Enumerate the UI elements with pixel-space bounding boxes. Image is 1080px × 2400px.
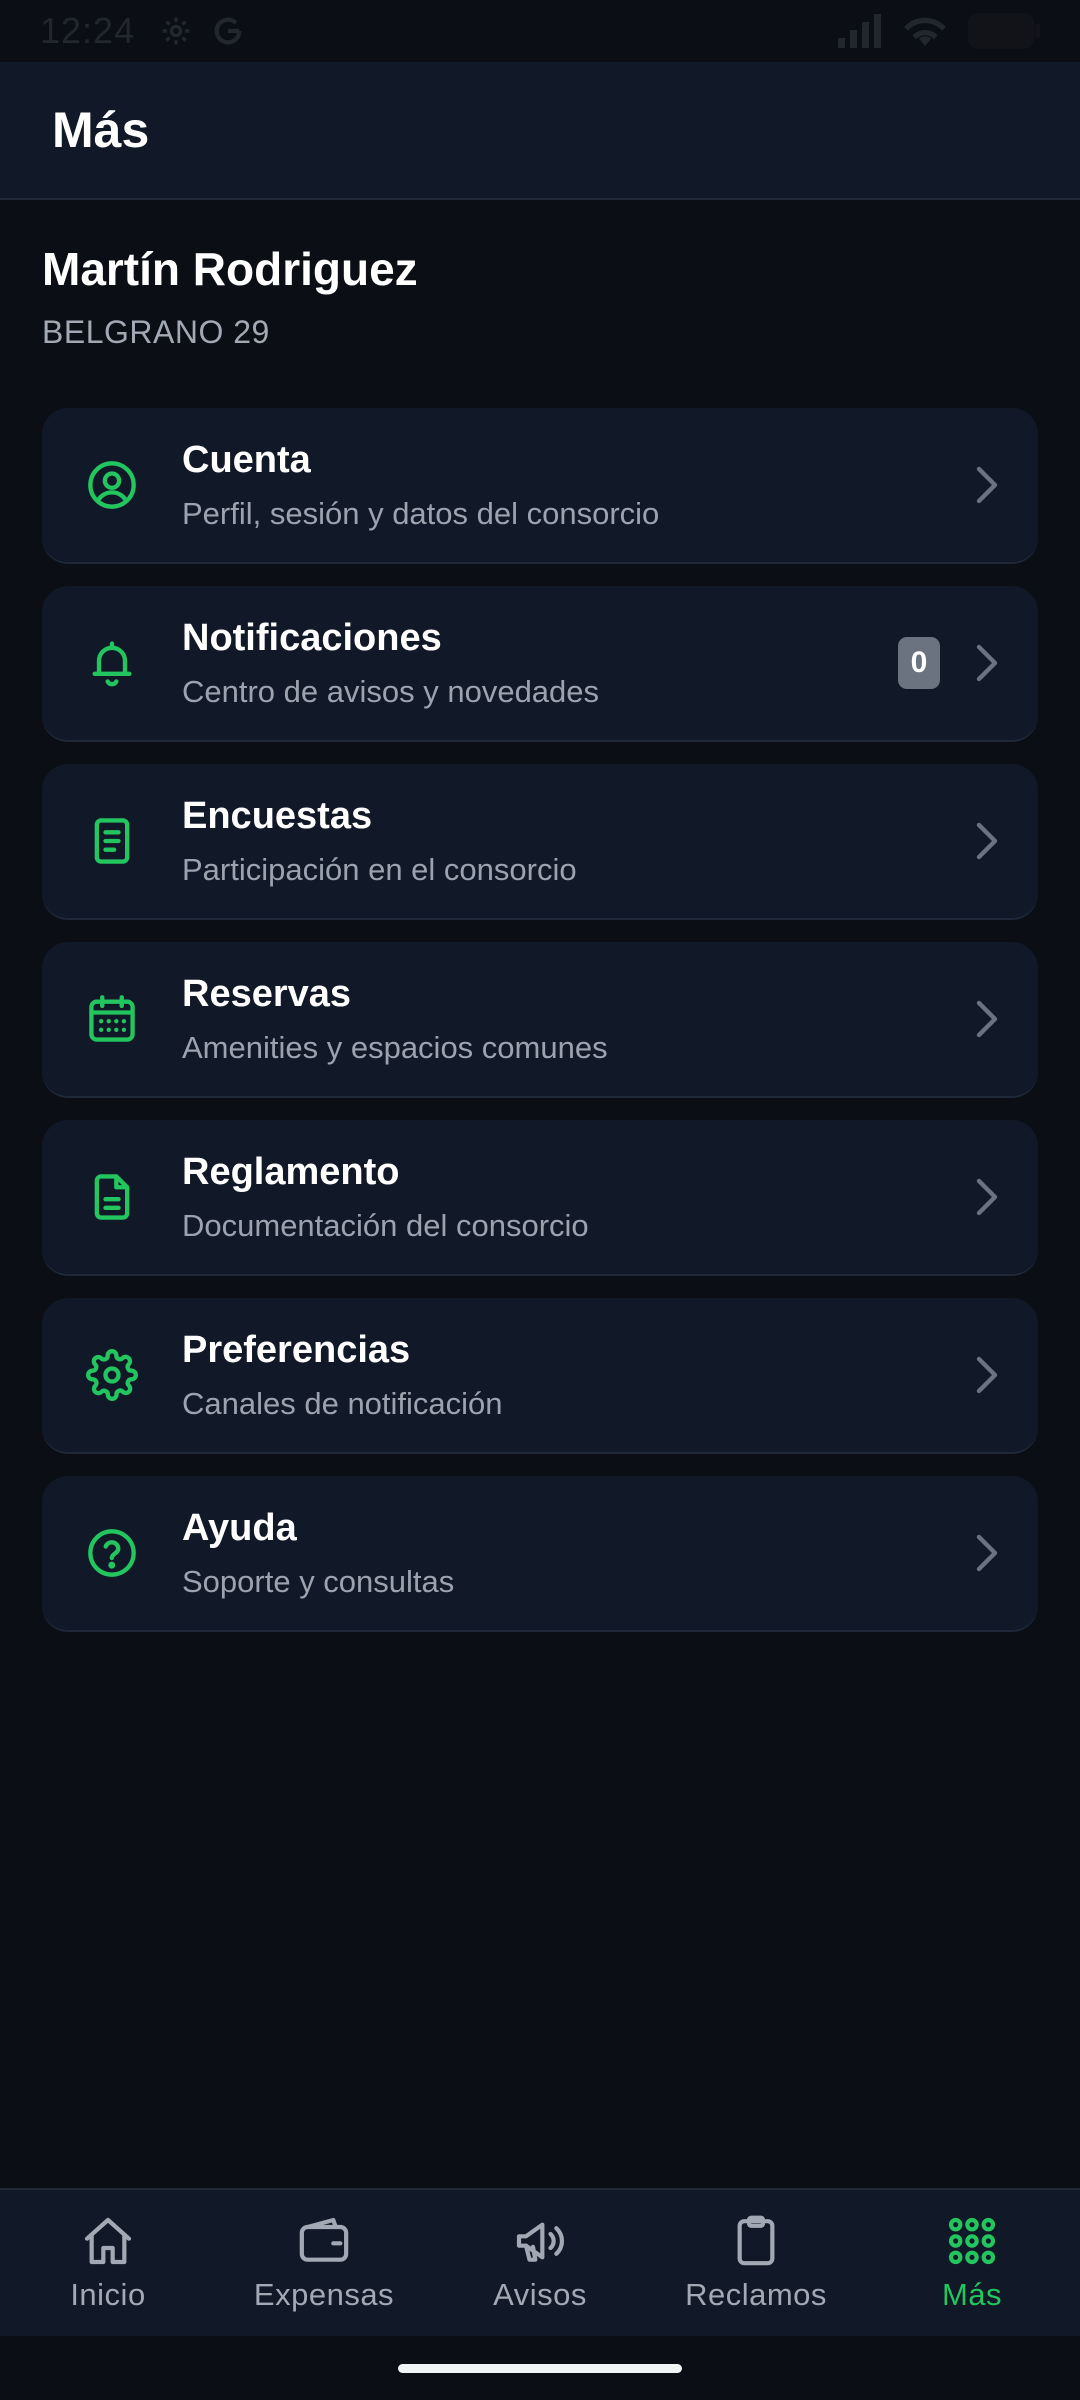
- menu-item-subtitle: Soporte y consultas: [182, 1563, 455, 1599]
- nav-item-inicio[interactable]: Inicio: [0, 2189, 216, 2337]
- calendar-icon: [86, 993, 138, 1045]
- menu-list: Cuenta Perfil, sesión y datos del consor…: [42, 408, 1038, 1654]
- user-circle-icon: [86, 459, 138, 511]
- gear-icon: [86, 1349, 138, 1401]
- status-icons-left: [159, 14, 245, 48]
- chevron-right-icon: [972, 999, 1002, 1039]
- nav-label: Más: [941, 2277, 1003, 2312]
- chevron-right-icon: [972, 1355, 1002, 1395]
- nav-item-mas[interactable]: Más: [864, 2189, 1080, 2337]
- chevron-right-icon: [972, 821, 1002, 861]
- menu-item-subtitle: Participación en el consorcio: [182, 851, 577, 887]
- menu-item-texts: Reglamento Documentación del consorcio: [182, 1151, 589, 1244]
- status-bar: 12:24: [0, 0, 1080, 62]
- menu-item-subtitle: Perfil, sesión y datos del consorcio: [182, 495, 660, 531]
- gear-icon: [162, 17, 190, 45]
- wifi-icon: [904, 17, 946, 47]
- menu-item-reglamento[interactable]: Reglamento Documentación del consorcio: [42, 1120, 1038, 1276]
- menu-item-texts: Cuenta Perfil, sesión y datos del consor…: [182, 439, 659, 532]
- megaphone-icon: [512, 2213, 568, 2269]
- menu-item-subtitle: Canales de notificación: [182, 1385, 503, 1421]
- menu-item-label: Notificaciones: [182, 616, 442, 659]
- home-indicator[interactable]: [398, 2364, 682, 2373]
- nav-item-reclamos[interactable]: Reclamos: [648, 2189, 864, 2337]
- grid-dots-icon: [944, 2213, 1000, 2269]
- nav-item-expensas[interactable]: Expensas: [216, 2189, 432, 2337]
- menu-item-texts: Notificaciones Centro de avisos y noveda…: [182, 617, 599, 710]
- menu-item-texts: Preferencias Canales de notificación: [182, 1329, 503, 1422]
- menu-item-notificaciones[interactable]: Notificaciones Centro de avisos y noveda…: [42, 586, 1038, 742]
- menu-item-subtitle: Documentación del consorcio: [182, 1207, 589, 1243]
- menu-item-preferencias[interactable]: Preferencias Canales de notificación: [42, 1298, 1038, 1454]
- menu-item-subtitle: Centro de avisos y novedades: [182, 673, 600, 709]
- wallet-icon: [296, 2213, 352, 2269]
- survey-icon: [86, 815, 138, 867]
- user-info: Martín Rodriguez BELGRANO 29: [42, 242, 418, 351]
- menu-item-texts: Reservas Amenities y espacios comunes: [182, 973, 608, 1066]
- menu-item-label: Reservas: [182, 972, 352, 1015]
- app-header: Más: [0, 62, 1080, 200]
- status-icons-right: [838, 13, 1040, 49]
- bottom-nav: Inicio Expensas Avisos Reclamos Más: [0, 2188, 1080, 2336]
- chevron-right-icon: [972, 465, 1002, 505]
- menu-item-encuestas[interactable]: Encuestas Participación en el consorcio: [42, 764, 1038, 920]
- page-title: Más: [52, 102, 150, 158]
- nav-label: Inicio: [70, 2277, 146, 2312]
- notifications-count-badge: 0: [898, 637, 940, 689]
- help-circle-icon: [86, 1527, 138, 1579]
- battery-icon: [968, 13, 1040, 49]
- nav-label: Reclamos: [685, 2277, 827, 2312]
- menu-item-texts: Encuestas Participación en el consorcio: [182, 795, 577, 888]
- menu-item-ayuda[interactable]: Ayuda Soporte y consultas: [42, 1476, 1038, 1632]
- menu-item-label: Ayuda: [182, 1506, 297, 1549]
- user-name: Martín Rodriguez: [42, 243, 418, 295]
- chevron-right-icon: [972, 1177, 1002, 1217]
- menu-item-label: Preferencias: [182, 1328, 411, 1371]
- nav-label: Avisos: [493, 2277, 587, 2312]
- bell-icon: [86, 637, 138, 689]
- nav-label: Expensas: [253, 2277, 395, 2312]
- nav-item-avisos[interactable]: Avisos: [432, 2189, 648, 2337]
- menu-item-label: Encuestas: [182, 794, 373, 837]
- screen: 12:24 Más Martín Rodriguez BELGRANO 29 C…: [0, 0, 1080, 2400]
- google-icon: [214, 17, 242, 45]
- menu-item-subtitle: Amenities y espacios comunes: [182, 1029, 608, 1065]
- menu-item-label: Reglamento: [182, 1150, 400, 1193]
- menu-item-cuenta[interactable]: Cuenta Perfil, sesión y datos del consor…: [42, 408, 1038, 564]
- user-unit: BELGRANO 29: [42, 314, 270, 350]
- chevron-right-icon: [972, 643, 1002, 683]
- menu-item-reservas[interactable]: Reservas Amenities y espacios comunes: [42, 942, 1038, 1098]
- status-time: 12:24: [40, 10, 136, 51]
- menu-item-texts: Ayuda Soporte y consultas: [182, 1507, 454, 1600]
- menu-item-label: Cuenta: [182, 438, 311, 481]
- home-icon: [80, 2213, 136, 2269]
- chevron-right-icon: [972, 1533, 1002, 1573]
- signal-icon: [838, 14, 881, 48]
- document-icon: [86, 1171, 138, 1223]
- clipboard-icon: [728, 2213, 784, 2269]
